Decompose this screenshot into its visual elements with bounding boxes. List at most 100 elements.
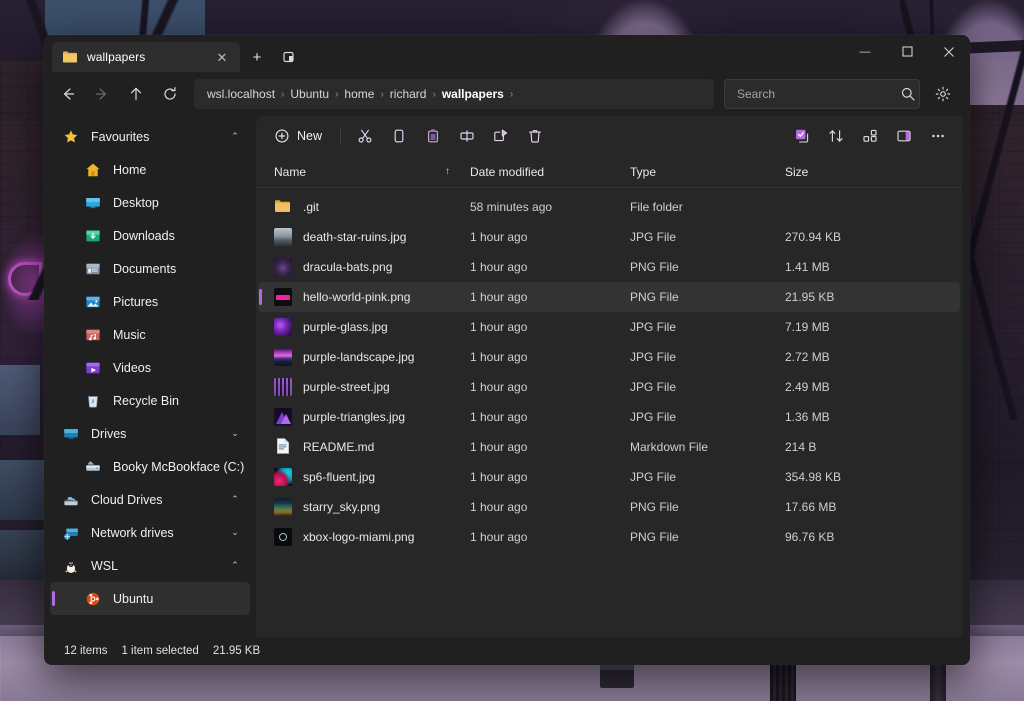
column-header-type[interactable]: Type xyxy=(620,156,775,187)
desktop-wallpaper: wallpapers ✕ + — xyxy=(0,0,1024,701)
search-box[interactable] xyxy=(724,79,920,109)
chevron-up-icon[interactable]: ⌃ xyxy=(226,560,244,571)
breadcrumb-item[interactable]: richard xyxy=(385,87,432,101)
sidebar-item-documents[interactable]: Documents xyxy=(50,252,250,285)
file-name-cell[interactable]: xbox-logo-miami.png xyxy=(264,528,460,546)
breadcrumb-item[interactable]: wsl.localhost xyxy=(202,87,280,101)
breadcrumb-item[interactable]: home xyxy=(339,87,379,101)
sidebar-item-videos[interactable]: Videos xyxy=(50,351,250,384)
file-name-cell[interactable]: purple-landscape.jpg xyxy=(264,348,460,366)
file-name-cell[interactable]: purple-triangles.jpg xyxy=(264,408,460,426)
file-list[interactable]: .git58 minutes agoFile folderdeath-star-… xyxy=(256,188,962,637)
table-row[interactable]: dracula-bats.png1 hour agoPNG File1.41 M… xyxy=(258,252,960,282)
file-name-cell[interactable]: hello-world-pink.png xyxy=(264,288,460,306)
new-tab-button[interactable]: + xyxy=(242,42,272,72)
chevron-down-icon[interactable]: ⌄ xyxy=(226,428,244,439)
sidebar-item-desktop[interactable]: Desktop xyxy=(50,186,250,219)
sidebar-item-booky-mcbookface-c[interactable]: Booky McBookface (C:) xyxy=(50,450,250,483)
breadcrumb[interactable]: wsl.localhost›Ubuntu›home›richard›wallpa… xyxy=(194,79,714,109)
image-thumb-starry xyxy=(274,498,292,516)
sidebar-group-favourites[interactable]: Favourites⌃ xyxy=(50,120,250,153)
chevron-up-icon[interactable]: ⌃ xyxy=(226,131,244,142)
sort-button[interactable] xyxy=(820,121,852,151)
file-name-cell[interactable]: purple-street.jpg xyxy=(264,378,460,396)
tab-list-button[interactable] xyxy=(274,42,304,72)
file-name-cell[interactable]: starry_sky.png xyxy=(264,498,460,516)
table-row[interactable]: starry_sky.png1 hour agoPNG File17.66 MB xyxy=(258,492,960,522)
minimize-button[interactable]: — xyxy=(844,35,886,68)
linux-penguin-icon xyxy=(62,557,80,575)
sidebar-group-label: Favourites xyxy=(91,130,226,144)
rename-button[interactable] xyxy=(451,121,483,151)
title-bar: wallpapers ✕ + — xyxy=(44,35,970,72)
sidebar-item-recycle-bin[interactable]: Recycle Bin xyxy=(50,384,250,417)
see-more-button[interactable] xyxy=(922,121,954,151)
table-row[interactable]: xbox-logo-miami.png1 hour agoPNG File96.… xyxy=(258,522,960,552)
home-icon xyxy=(84,161,102,179)
search-icon[interactable] xyxy=(900,86,916,102)
sidebar-item-music[interactable]: Music xyxy=(50,318,250,351)
sidebar-item-home[interactable]: Home xyxy=(50,153,250,186)
table-row[interactable]: purple-glass.jpg1 hour agoJPG File7.19 M… xyxy=(258,312,960,342)
status-selection-size: 21.95 KB xyxy=(213,645,260,657)
sidebar-item-label: Booky McBookface (C:) xyxy=(113,460,244,474)
sidebar-item-label: Home xyxy=(113,163,244,177)
breadcrumb-item[interactable]: wallpapers xyxy=(437,87,509,101)
column-header-size[interactable]: Size xyxy=(775,156,945,187)
up-button[interactable] xyxy=(120,78,152,110)
chevron-down-icon[interactable]: ⌄ xyxy=(226,527,244,538)
settings-button[interactable] xyxy=(928,79,958,109)
delete-button[interactable] xyxy=(519,121,551,151)
table-row[interactable]: hello-world-pink.png1 hour agoPNG File21… xyxy=(258,282,960,312)
sidebar-group-wsl[interactable]: WSL⌃ xyxy=(50,549,250,582)
back-button[interactable] xyxy=(52,78,84,110)
table-row[interactable]: README.md1 hour agoMarkdown File214 B xyxy=(258,432,960,462)
file-name-label: purple-street.jpg xyxy=(303,380,390,394)
maximize-button[interactable] xyxy=(886,35,928,68)
sidebar-item-downloads[interactable]: Downloads xyxy=(50,219,250,252)
navigation-pane: Favourites⌃HomeDesktopDownloadsDocuments… xyxy=(44,116,256,637)
details-pane-button[interactable] xyxy=(888,121,920,151)
tab-wallpapers[interactable]: wallpapers ✕ xyxy=(52,42,240,72)
file-name-cell[interactable]: README.md xyxy=(264,437,460,458)
forward-button[interactable] xyxy=(86,78,118,110)
column-header-name[interactable]: Name ↑ xyxy=(264,156,460,187)
column-header-date-modified[interactable]: Date modified xyxy=(460,156,620,187)
ubuntu-icon xyxy=(84,590,102,608)
search-input[interactable] xyxy=(735,86,894,102)
close-tab-button[interactable]: ✕ xyxy=(212,47,232,67)
cut-button[interactable] xyxy=(349,121,381,151)
share-button[interactable] xyxy=(485,121,517,151)
file-name-cell[interactable]: dracula-bats.png xyxy=(264,258,460,276)
close-button[interactable] xyxy=(928,35,970,68)
view-button[interactable] xyxy=(854,121,886,151)
table-row[interactable]: death-star-ruins.jpg1 hour agoJPG File27… xyxy=(258,222,960,252)
table-row[interactable]: .git58 minutes agoFile folder xyxy=(258,192,960,222)
table-row[interactable]: sp6-fluent.jpg1 hour agoJPG File354.98 K… xyxy=(258,462,960,492)
table-row[interactable]: purple-street.jpg1 hour agoJPG File2.49 … xyxy=(258,372,960,402)
select-all-button[interactable] xyxy=(786,121,818,151)
file-name-cell[interactable]: sp6-fluent.jpg xyxy=(264,468,460,486)
copy-button[interactable] xyxy=(383,121,415,151)
sidebar-group-cloud-drives[interactable]: Cloud Drives⌃ xyxy=(50,483,250,516)
table-row[interactable]: purple-landscape.jpg1 hour agoJPG File2.… xyxy=(258,342,960,372)
sidebar-group-drives[interactable]: Drives⌄ xyxy=(50,417,250,450)
file-type: JPG File xyxy=(620,320,775,334)
file-name-label: starry_sky.png xyxy=(303,500,380,514)
new-button[interactable]: New xyxy=(266,121,332,151)
folder-icon xyxy=(62,49,78,65)
refresh-button[interactable] xyxy=(154,78,186,110)
chevron-up-icon[interactable]: ⌃ xyxy=(226,494,244,505)
table-row[interactable]: purple-triangles.jpg1 hour agoJPG File1.… xyxy=(258,402,960,432)
documents-icon xyxy=(84,260,102,278)
file-date-modified: 1 hour ago xyxy=(460,410,620,424)
file-name-cell[interactable]: .git xyxy=(264,197,460,218)
file-name-cell[interactable]: purple-glass.jpg xyxy=(264,318,460,336)
sidebar-item-pictures[interactable]: Pictures xyxy=(50,285,250,318)
paste-button[interactable] xyxy=(417,121,449,151)
sidebar-item-ubuntu[interactable]: Ubuntu xyxy=(50,582,250,615)
sidebar-group-network-drives[interactable]: Network drives⌄ xyxy=(50,516,250,549)
file-name-label: sp6-fluent.jpg xyxy=(303,470,375,484)
file-name-cell[interactable]: death-star-ruins.jpg xyxy=(264,228,460,246)
breadcrumb-item[interactable]: Ubuntu xyxy=(285,87,334,101)
